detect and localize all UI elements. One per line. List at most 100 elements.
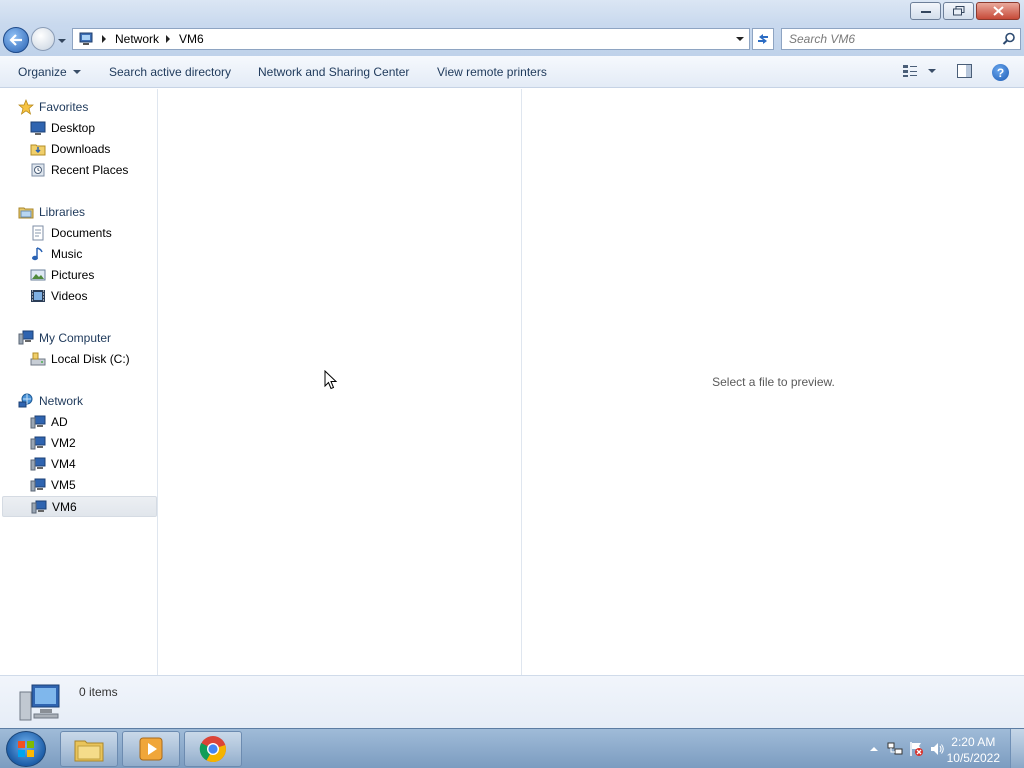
downloads-folder-icon (30, 144, 46, 156)
windows-logo-icon (18, 741, 34, 757)
search-input[interactable] (782, 32, 992, 46)
sidebar-item-label: Music (51, 247, 83, 261)
local-disk-icon (30, 352, 46, 366)
clock-time: 2:20 AM (951, 735, 996, 749)
network-computer-icon (19, 684, 60, 721)
command-bar: Organize Search active directory Network… (0, 56, 1024, 88)
computer-icon (18, 330, 34, 345)
search-icon[interactable] (1002, 32, 1016, 46)
nav-group-network[interactable]: Network (18, 393, 83, 409)
help-icon[interactable]: ? (992, 64, 1009, 81)
sidebar-item-ad[interactable]: AD (30, 414, 68, 430)
libraries-icon (18, 207, 34, 219)
address-bar[interactable]: Network VM6 (72, 28, 750, 50)
network-sharing-center-button[interactable]: Network and Sharing Center (258, 65, 409, 79)
window-controls (910, 2, 1020, 20)
search-active-directory-button[interactable]: Search active directory (109, 65, 231, 79)
taskbar-chrome-button[interactable] (184, 731, 242, 767)
sidebar-item-documents[interactable]: Documents (30, 225, 112, 241)
restore-icon (952, 6, 964, 16)
sidebar-item-desktop[interactable]: Desktop (30, 120, 95, 136)
view-remote-printers-button[interactable]: View remote printers (437, 65, 547, 79)
address-dropdown-icon[interactable] (735, 35, 745, 43)
refresh-button[interactable] (752, 28, 774, 50)
breadcrumb-vm6[interactable]: VM6 (179, 32, 204, 46)
sidebar-item-label: Local Disk (C:) (51, 352, 130, 366)
sidebar-item-music[interactable]: Music (30, 246, 82, 262)
address-row: Network VM6 (0, 24, 1024, 56)
nav-group-label: Libraries (39, 205, 86, 219)
organize-menu[interactable]: Organize (18, 65, 81, 79)
sidebar-item-downloads[interactable]: Downloads (30, 141, 110, 157)
computer-icon (30, 415, 46, 429)
breadcrumb-separator-icon[interactable] (101, 34, 109, 44)
action-center-flag-icon[interactable] (908, 741, 924, 757)
videos-icon (31, 290, 45, 302)
back-arrow-icon (9, 34, 22, 46)
nav-group-label: Network (39, 394, 84, 408)
nav-group-label: Favorites (39, 100, 89, 114)
clock[interactable]: 2:20 AM 10/5/2022 (947, 734, 1000, 766)
computer-icon (31, 500, 47, 513)
sidebar-item-label: VM6 (52, 499, 77, 514)
forward-button[interactable] (31, 27, 55, 51)
show-desktop-button[interactable] (1010, 729, 1024, 768)
sidebar-item-label: VM5 (51, 478, 76, 492)
preview-message: Select a file to preview. (712, 375, 835, 389)
sidebar-item-label: VM2 (51, 436, 76, 450)
title-bar (0, 0, 1024, 24)
organize-label: Organize (18, 65, 67, 79)
nav-group-label: My Computer (39, 331, 112, 345)
sidebar-item-label: Documents (51, 226, 112, 240)
refresh-icon (758, 34, 768, 44)
sidebar-item-label: Recent Places (51, 163, 129, 177)
star-icon (18, 99, 34, 115)
sidebar-item-pictures[interactable]: Pictures (30, 267, 94, 283)
minimize-button[interactable] (910, 2, 941, 20)
music-icon (32, 247, 43, 261)
history-dropdown-icon[interactable] (57, 36, 67, 46)
nav-group-libraries[interactable]: Libraries (18, 204, 85, 220)
media-player-icon (139, 737, 163, 761)
preview-pane-toggle[interactable] (957, 64, 972, 78)
sidebar-item-vm4[interactable]: VM4 (30, 456, 76, 472)
sidebar-item-local-disk[interactable]: Local Disk (C:) (30, 351, 130, 367)
computer-icon (30, 436, 46, 450)
close-button[interactable] (976, 2, 1020, 20)
start-button[interactable] (6, 731, 46, 767)
nav-group-my-computer[interactable]: My Computer (18, 330, 111, 346)
file-list-pane[interactable] (159, 89, 522, 675)
chevron-down-icon (928, 69, 936, 73)
computer-icon (30, 478, 46, 492)
taskbar: 2:20 AM 10/5/2022 (0, 728, 1024, 768)
restore-button[interactable] (943, 2, 974, 20)
sidebar-item-label: Videos (51, 289, 88, 303)
taskbar-explorer-button[interactable] (60, 731, 118, 767)
clock-date: 10/5/2022 (946, 751, 1000, 765)
sidebar-item-label: Downloads (51, 142, 111, 156)
taskbar-media-player-button[interactable] (122, 731, 180, 767)
nav-group-favorites[interactable]: Favorites (18, 99, 88, 115)
sidebar-item-label: AD (51, 415, 68, 429)
back-button[interactable] (3, 27, 29, 53)
windows-explorer-icon (74, 740, 104, 762)
breadcrumb-network[interactable]: Network (115, 32, 159, 46)
chevron-down-icon (72, 70, 81, 74)
preview-pane: Select a file to preview. (523, 89, 1024, 675)
item-count: 0 items (79, 685, 118, 699)
volume-icon[interactable] (929, 741, 945, 757)
show-hidden-icons-icon[interactable] (866, 741, 882, 757)
breadcrumb-separator-icon[interactable] (165, 34, 173, 44)
sidebar-item-vm2[interactable]: VM2 (30, 435, 76, 451)
network-status-icon[interactable] (887, 741, 903, 757)
close-icon (992, 6, 1004, 16)
sidebar-item-label: Desktop (51, 121, 96, 135)
sidebar-item-vm5[interactable]: VM5 (30, 477, 76, 493)
sidebar-item-recent-places[interactable]: Recent Places (30, 162, 128, 178)
computer-icon (30, 457, 46, 471)
change-view-button[interactable] (902, 64, 936, 78)
sidebar-item-vm6[interactable]: VM6 (2, 496, 157, 517)
minimize-icon (920, 11, 931, 13)
documents-icon (32, 225, 44, 241)
sidebar-item-videos[interactable]: Videos (30, 288, 87, 304)
